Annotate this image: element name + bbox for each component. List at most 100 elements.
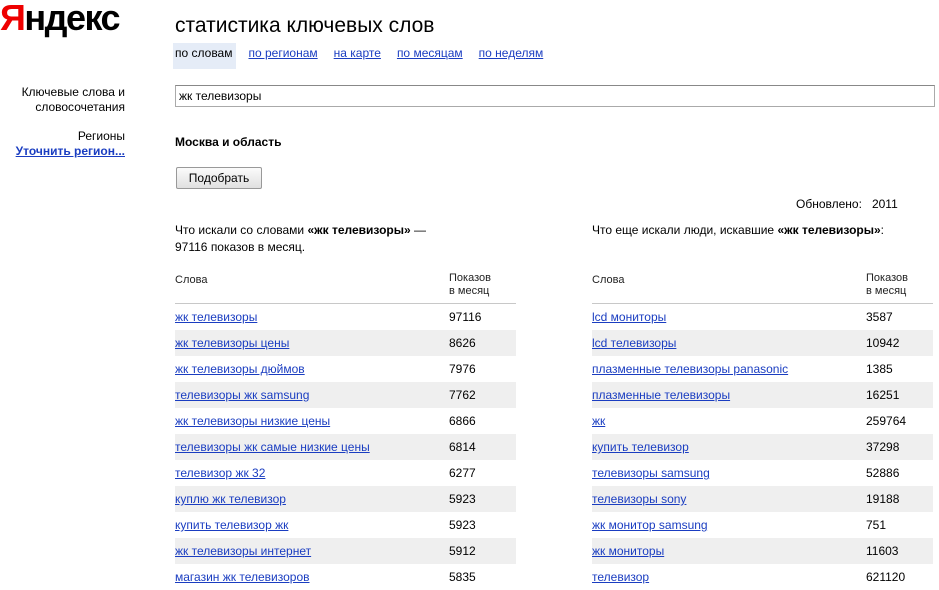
keyword-cell: телевизоры sony [592, 492, 866, 506]
right-description: Что еще искали люди, искавшие «жк телеви… [592, 222, 932, 239]
keyword-cell: жк телевизоры цены [175, 336, 449, 350]
page-title: статистика ключевых слов [175, 14, 435, 37]
updated-value: 2011 [871, 197, 898, 211]
table-row: жк телевизоры 97116 [175, 304, 516, 330]
shows-count: 11603 [866, 544, 899, 558]
submit-button[interactable]: Подобрать [176, 167, 262, 189]
table-row: плазменные телевизоры panasonic 1385 [592, 356, 933, 382]
table-row: телевизоры жк samsung 7762 [175, 382, 516, 408]
yandex-logo[interactable]: Яндекс [0, 0, 121, 40]
keyword-cell: купить телевизор жк [175, 518, 449, 532]
keyword-cell: телевизор [592, 570, 866, 584]
keyword-link[interactable]: жк телевизоры [175, 310, 257, 324]
table-row: lcd мониторы 3587 [592, 304, 933, 330]
shows-count: 52886 [866, 466, 900, 480]
keyword-cell: телевизоры samsung [592, 466, 866, 480]
keyword-search-input[interactable] [175, 85, 935, 107]
table-row: lcd телевизоры 10942 [592, 330, 933, 356]
keyword-link[interactable]: купить телевизор [592, 440, 689, 454]
shows-count: 19188 [866, 492, 900, 506]
shows-count: 5923 [449, 492, 476, 506]
keyword-link[interactable]: телевизоры жк самые низкие цены [175, 440, 370, 454]
shows-count: 5912 [449, 544, 476, 558]
logo-rest: ндекс [24, 0, 120, 38]
keyword-link[interactable]: магазин жк телевизоров [175, 570, 310, 584]
shows-count: 751 [866, 518, 887, 532]
tab-by-weeks[interactable]: по неделям [479, 43, 544, 69]
keyword-cell: lcd мониторы [592, 310, 866, 324]
sidebar-regions: Регионы Уточнить регион... [16, 129, 125, 159]
col-shows-line1: Показов [449, 272, 491, 284]
table-row: телевизоры жк самые низкие цены 6814 [175, 434, 516, 460]
keyword-cell: плазменные телевизоры panasonic [592, 362, 866, 376]
keyword-link[interactable]: телевизоры sony [592, 492, 686, 506]
keyword-link[interactable]: жк телевизоры низкие цены [175, 414, 330, 428]
keyword-link[interactable]: плазменные телевизоры panasonic [592, 362, 788, 376]
shows-count: 5923 [449, 518, 476, 532]
keyword-link[interactable]: жк телевизоры дюймов [175, 362, 305, 376]
table-row: жк телевизоры цены 8626 [175, 330, 516, 356]
keyword-link[interactable]: плазменные телевизоры [592, 388, 730, 402]
shows-count: 6277 [449, 466, 476, 480]
tab-by-months[interactable]: по месяцам [397, 43, 463, 69]
table-row: купить телевизор жк 5923 [175, 512, 516, 538]
table-row: телевизоры sony 19188 [592, 486, 933, 512]
shows-count: 7976 [449, 362, 476, 376]
shows-count: 3587 [866, 310, 893, 324]
table-row: жк 259764 [592, 408, 933, 434]
right-desc-prefix: Что еще искали люди, искавшие [592, 223, 778, 237]
keyword-link[interactable]: телевизоры samsung [592, 466, 710, 480]
shows-count: 259764 [866, 414, 907, 428]
keyword-link[interactable]: купить телевизор жк [175, 518, 288, 532]
keyword-cell: жк телевизоры [175, 310, 449, 324]
shows-count: 37298 [866, 440, 900, 454]
keyword-cell: купить телевизор [592, 440, 866, 454]
table-row: купить телевизор 37298 [592, 434, 933, 460]
table-row: плазменные телевизоры 16251 [592, 382, 933, 408]
keyword-link[interactable]: телевизоры жк samsung [175, 388, 309, 402]
keyword-link[interactable]: жк телевизоры интернет [175, 544, 311, 558]
table-header: Слова Показов в месяц [175, 272, 516, 304]
shows-count: 6866 [449, 414, 476, 428]
keyword-cell: телевизор жк 32 [175, 466, 449, 480]
keyword-link[interactable]: жк телевизоры цены [175, 336, 289, 350]
keyword-cell: жк телевизоры низкие цены [175, 414, 449, 428]
keyword-cell: телевизоры жк samsung [175, 388, 449, 402]
tab-by-words[interactable]: по словам [173, 43, 237, 69]
table-row: жк монитор samsung 751 [592, 512, 933, 538]
keyword-link[interactable]: телевизор [592, 570, 649, 584]
keyword-link[interactable]: lcd мониторы [592, 310, 666, 324]
col-shows-header: Показов в месяц [449, 272, 516, 303]
left-rows: жк телевизоры 97116 жк телевизоры цены 8626… [175, 304, 516, 590]
right-results-table: Слова Показов в месяц lcd мониторы 3587 lc… [592, 272, 933, 590]
col-shows-line1: Показов [866, 272, 908, 284]
tab-on-map[interactable]: на карте [334, 43, 381, 69]
keyword-cell: куплю жк телевизор [175, 492, 449, 506]
tab-by-regions[interactable]: по регионам [248, 43, 317, 69]
shows-count: 7762 [449, 388, 476, 402]
keyword-cell: жк мониторы [592, 544, 866, 558]
shows-count: 97116 [449, 310, 482, 324]
shows-count: 5835 [449, 570, 476, 584]
refine-region-link[interactable]: Уточнить регион... [16, 144, 125, 158]
keyword-link[interactable]: жк [592, 414, 605, 428]
shows-count: 1385 [866, 362, 893, 376]
keyword-link[interactable]: lcd телевизоры [592, 336, 676, 350]
right-desc-suffix: : [880, 223, 884, 237]
sidebar-regions-label: Регионы [77, 129, 125, 143]
left-desc-query: «жк телевизоры» [307, 223, 411, 237]
keyword-link[interactable]: жк мониторы [592, 544, 664, 558]
table-row: телевизоры samsung 52886 [592, 460, 933, 486]
keyword-link[interactable]: телевизор жк 32 [175, 466, 265, 480]
shows-count: 16251 [866, 388, 900, 402]
keyword-cell: жк [592, 414, 866, 428]
keyword-cell: магазин жк телевизоров [175, 570, 449, 584]
keyword-link[interactable]: жк монитор samsung [592, 518, 708, 532]
tabs: по словам по регионам на карте по месяца… [173, 43, 559, 69]
col-shows-line2: в месяц [866, 285, 907, 297]
col-shows-line2: в месяц [449, 285, 490, 297]
col-shows-header: Показов в месяц [866, 272, 933, 303]
updated-info: Обновлено: 2011 [796, 197, 898, 211]
table-row: телевизор 621120 [592, 564, 933, 590]
keyword-link[interactable]: куплю жк телевизор [175, 492, 286, 506]
